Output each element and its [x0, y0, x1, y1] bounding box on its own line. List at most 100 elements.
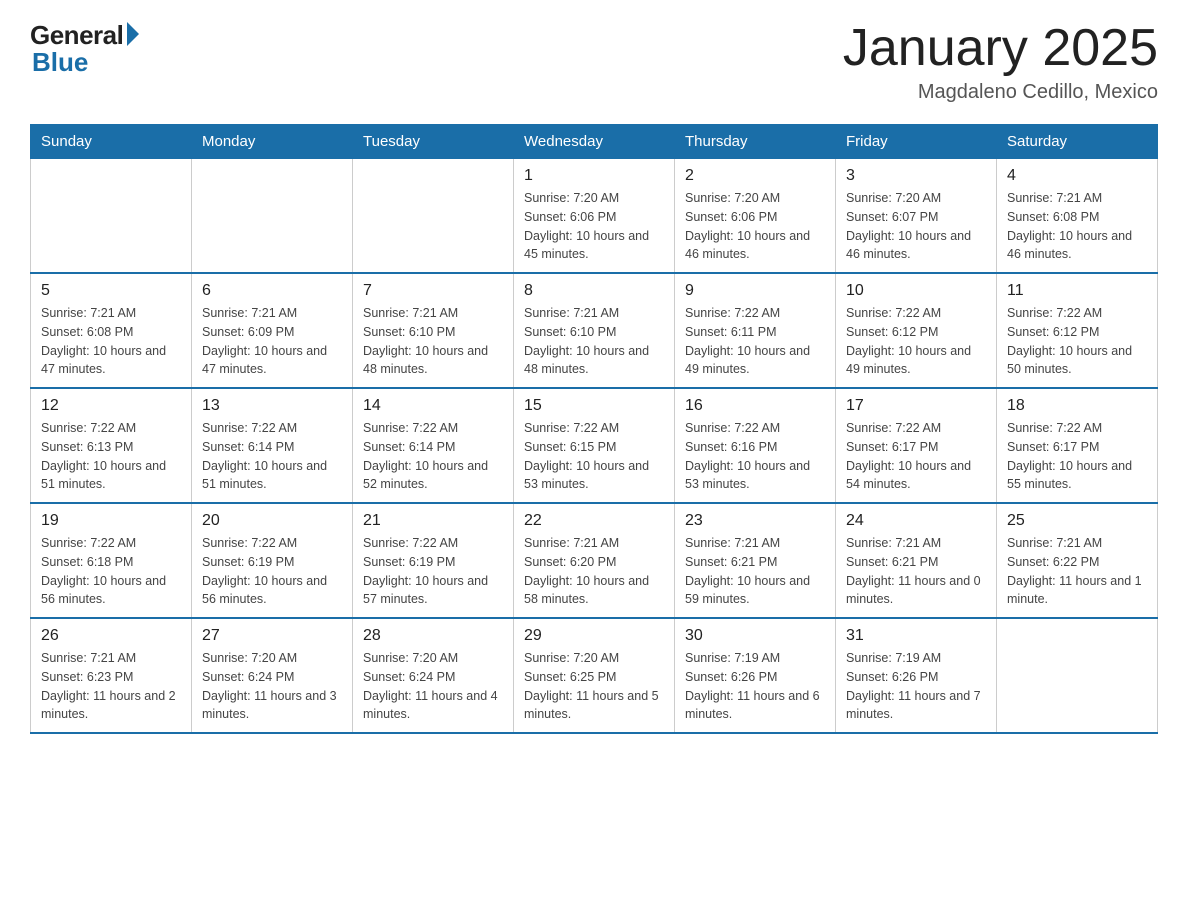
calendar-cell: 20Sunrise: 7:22 AM Sunset: 6:19 PM Dayli… [192, 503, 353, 618]
day-number: 30 [685, 627, 825, 645]
day-number: 5 [41, 282, 181, 300]
day-info: Sunrise: 7:22 AM Sunset: 6:13 PM Dayligh… [41, 419, 181, 494]
day-info: Sunrise: 7:20 AM Sunset: 6:06 PM Dayligh… [685, 189, 825, 264]
day-info: Sunrise: 7:21 AM Sunset: 6:21 PM Dayligh… [685, 534, 825, 609]
day-info: Sunrise: 7:21 AM Sunset: 6:08 PM Dayligh… [41, 304, 181, 379]
day-info: Sunrise: 7:21 AM Sunset: 6:08 PM Dayligh… [1007, 189, 1147, 264]
title-section: January 2025 Magdaleno Cedillo, Mexico [843, 20, 1158, 104]
calendar-cell: 25Sunrise: 7:21 AM Sunset: 6:22 PM Dayli… [997, 503, 1158, 618]
calendar-cell: 6 Sunrise: 7:21 AM Sunset: 6:09 PM Daylig… [192, 273, 353, 388]
day-number: 10 [846, 282, 986, 300]
calendar-cell: 29 Sunrise: 7:20 AM Sunset: 6:25 PM Dayli… [514, 618, 675, 733]
calendar-cell: 26Sunrise: 7:21 AM Sunset: 6:23 PM Dayli… [31, 618, 192, 733]
day-info: Sunrise: 7:20 AM Sunset: 6:07 PM Dayligh… [846, 189, 986, 264]
calendar-cell: 21Sunrise: 7:22 AM Sunset: 6:19 PM Dayli… [353, 503, 514, 618]
calendar-table: SundayMondayTuesdayWednesdayThursdayFrid… [30, 124, 1158, 734]
day-info: Sunrise: 7:21 AM Sunset: 6:20 PM Dayligh… [524, 534, 664, 609]
day-number: 28 [363, 627, 503, 645]
day-number: 3 [846, 167, 986, 185]
day-number: 8 [524, 282, 664, 300]
day-info: Sunrise: 7:21 AM Sunset: 6:10 PM Dayligh… [524, 304, 664, 379]
logo-arrow-icon [127, 22, 139, 46]
page-header: General Blue January 2025 Magdaleno Cedi… [30, 20, 1158, 104]
day-number: 2 [685, 167, 825, 185]
calendar-header: SundayMondayTuesdayWednesdayThursdayFrid… [31, 125, 1158, 159]
day-info: Sunrise: 7:22 AM Sunset: 6:19 PM Dayligh… [202, 534, 342, 609]
calendar-cell: 19Sunrise: 7:22 AM Sunset: 6:18 PM Dayli… [31, 503, 192, 618]
calendar-cell: 18 Sunrise: 7:22 AM Sunset: 6:17 PM Dayli… [997, 388, 1158, 503]
day-number: 15 [524, 397, 664, 415]
calendar-cell: 30 Sunrise: 7:19 AM Sunset: 6:26 PM Dayli… [675, 618, 836, 733]
calendar-cell: 13 Sunrise: 7:22 AM Sunset: 6:14 PM Dayli… [192, 388, 353, 503]
weekday-header-sunday: Sunday [31, 125, 192, 159]
calendar-cell: 24Sunrise: 7:21 AM Sunset: 6:21 PM Dayli… [836, 503, 997, 618]
month-title: January 2025 [843, 20, 1158, 77]
day-number: 17 [846, 397, 986, 415]
day-number: 31 [846, 627, 986, 645]
calendar-cell: 12Sunrise: 7:22 AM Sunset: 6:13 PM Dayli… [31, 388, 192, 503]
day-info: Sunrise: 7:19 AM Sunset: 6:26 PM Dayligh… [685, 649, 825, 724]
day-number: 21 [363, 512, 503, 530]
calendar-cell: 3 Sunrise: 7:20 AM Sunset: 6:07 PM Daylig… [836, 159, 997, 274]
calendar-cell: 27Sunrise: 7:20 AM Sunset: 6:24 PM Dayli… [192, 618, 353, 733]
calendar-cell: 5 Sunrise: 7:21 AM Sunset: 6:08 PM Daylig… [31, 273, 192, 388]
day-info: Sunrise: 7:22 AM Sunset: 6:17 PM Dayligh… [1007, 419, 1147, 494]
calendar-cell: 9 Sunrise: 7:22 AM Sunset: 6:11 PM Daylig… [675, 273, 836, 388]
weekday-header-wednesday: Wednesday [514, 125, 675, 159]
day-number: 7 [363, 282, 503, 300]
day-info: Sunrise: 7:20 AM Sunset: 6:06 PM Dayligh… [524, 189, 664, 264]
week-row-2: 5 Sunrise: 7:21 AM Sunset: 6:08 PM Daylig… [31, 273, 1158, 388]
day-number: 29 [524, 627, 664, 645]
day-info: Sunrise: 7:22 AM Sunset: 6:17 PM Dayligh… [846, 419, 986, 494]
day-number: 4 [1007, 167, 1147, 185]
weekday-header-monday: Monday [192, 125, 353, 159]
day-info: Sunrise: 7:20 AM Sunset: 6:25 PM Dayligh… [524, 649, 664, 724]
calendar-cell [997, 618, 1158, 733]
location-subtitle: Magdaleno Cedillo, Mexico [843, 81, 1158, 104]
day-info: Sunrise: 7:21 AM Sunset: 6:21 PM Dayligh… [846, 534, 986, 609]
calendar-cell: 16Sunrise: 7:22 AM Sunset: 6:16 PM Dayli… [675, 388, 836, 503]
day-info: Sunrise: 7:21 AM Sunset: 6:23 PM Dayligh… [41, 649, 181, 724]
day-number: 6 [202, 282, 342, 300]
day-number: 18 [1007, 397, 1147, 415]
calendar-cell: 23 Sunrise: 7:21 AM Sunset: 6:21 PM Dayli… [675, 503, 836, 618]
calendar-cell [192, 159, 353, 274]
logo-blue-text: Blue [32, 47, 88, 78]
day-number: 11 [1007, 282, 1147, 300]
weekday-header-saturday: Saturday [997, 125, 1158, 159]
day-info: Sunrise: 7:22 AM Sunset: 6:14 PM Dayligh… [202, 419, 342, 494]
day-number: 14 [363, 397, 503, 415]
weekday-header-thursday: Thursday [675, 125, 836, 159]
day-info: Sunrise: 7:20 AM Sunset: 6:24 PM Dayligh… [363, 649, 503, 724]
calendar-cell [31, 159, 192, 274]
calendar-cell: 28 Sunrise: 7:20 AM Sunset: 6:24 PM Dayli… [353, 618, 514, 733]
calendar-cell: 7 Sunrise: 7:21 AM Sunset: 6:10 PM Daylig… [353, 273, 514, 388]
calendar-cell: 11 Sunrise: 7:22 AM Sunset: 6:12 PM Dayli… [997, 273, 1158, 388]
day-info: Sunrise: 7:22 AM Sunset: 6:15 PM Dayligh… [524, 419, 664, 494]
day-number: 19 [41, 512, 181, 530]
calendar-cell: 10 Sunrise: 7:22 AM Sunset: 6:12 PM Dayli… [836, 273, 997, 388]
day-info: Sunrise: 7:19 AM Sunset: 6:26 PM Dayligh… [846, 649, 986, 724]
day-info: Sunrise: 7:22 AM Sunset: 6:11 PM Dayligh… [685, 304, 825, 379]
day-info: Sunrise: 7:22 AM Sunset: 6:12 PM Dayligh… [846, 304, 986, 379]
day-number: 23 [685, 512, 825, 530]
calendar-cell: 15 Sunrise: 7:22 AM Sunset: 6:15 PM Dayli… [514, 388, 675, 503]
calendar-cell: 22Sunrise: 7:21 AM Sunset: 6:20 PM Dayli… [514, 503, 675, 618]
calendar-cell: 17 Sunrise: 7:22 AM Sunset: 6:17 PM Dayli… [836, 388, 997, 503]
calendar-cell: 2 Sunrise: 7:20 AM Sunset: 6:06 PM Daylig… [675, 159, 836, 274]
day-number: 9 [685, 282, 825, 300]
logo: General Blue [30, 20, 139, 78]
calendar-cell [353, 159, 514, 274]
weekday-header-friday: Friday [836, 125, 997, 159]
day-info: Sunrise: 7:22 AM Sunset: 6:12 PM Dayligh… [1007, 304, 1147, 379]
day-number: 13 [202, 397, 342, 415]
day-info: Sunrise: 7:22 AM Sunset: 6:16 PM Dayligh… [685, 419, 825, 494]
calendar-cell: 1 Sunrise: 7:20 AM Sunset: 6:06 PM Daylig… [514, 159, 675, 274]
day-info: Sunrise: 7:21 AM Sunset: 6:09 PM Dayligh… [202, 304, 342, 379]
day-info: Sunrise: 7:21 AM Sunset: 6:10 PM Dayligh… [363, 304, 503, 379]
calendar-cell: 14Sunrise: 7:22 AM Sunset: 6:14 PM Dayli… [353, 388, 514, 503]
week-row-1: 1 Sunrise: 7:20 AM Sunset: 6:06 PM Daylig… [31, 159, 1158, 274]
day-number: 1 [524, 167, 664, 185]
week-row-5: 26Sunrise: 7:21 AM Sunset: 6:23 PM Dayli… [31, 618, 1158, 733]
weekday-header-row: SundayMondayTuesdayWednesdayThursdayFrid… [31, 125, 1158, 159]
